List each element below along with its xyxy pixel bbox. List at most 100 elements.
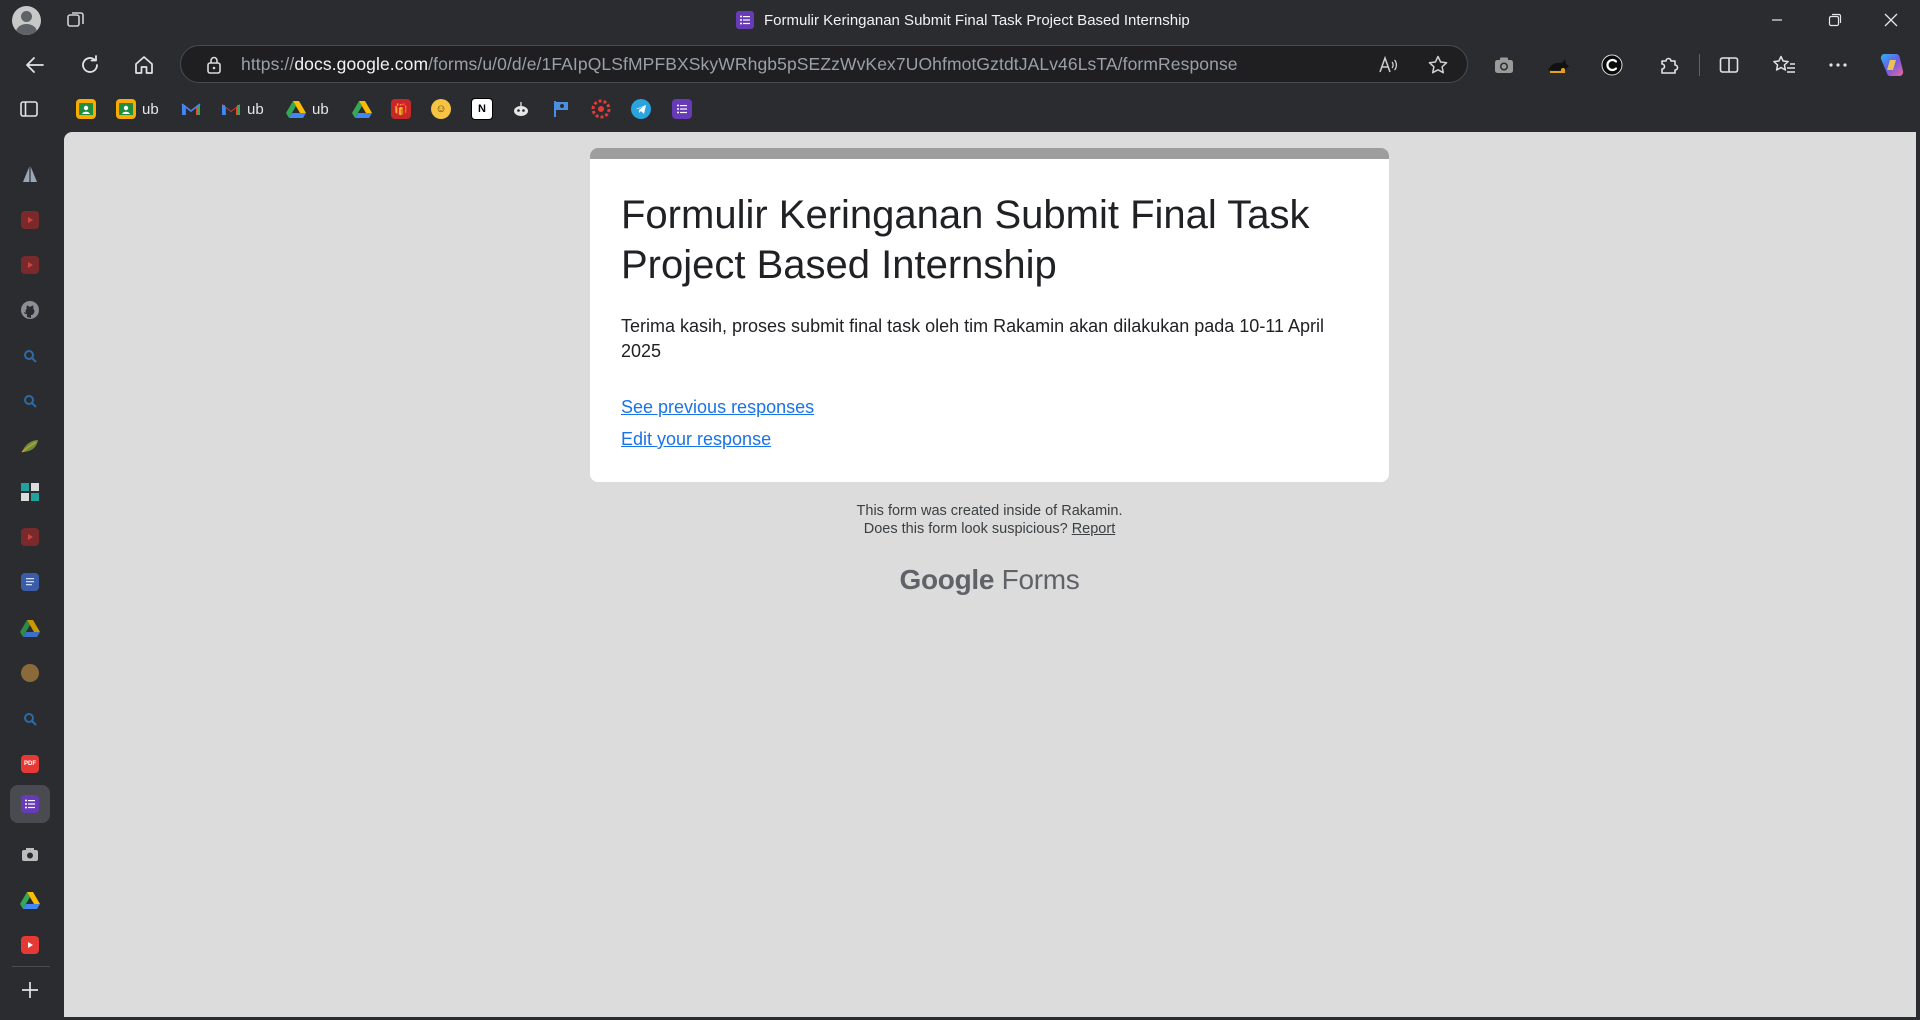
browser-toolbar: https://docs.google.com/forms/u/0/d/e/1F… [0, 40, 1920, 88]
bookmark-classroom[interactable] [76, 98, 96, 120]
settings-more-button[interactable] [1820, 47, 1856, 83]
minimize-button[interactable] [1748, 0, 1806, 40]
sidebar-tab-youtube-1[interactable] [16, 206, 44, 234]
lock-icon[interactable] [205, 55, 223, 80]
puzzle-icon [1661, 57, 1679, 74]
created-by-text: This form was created inside of Rakamin. [856, 503, 1123, 519]
tab-list-icon [20, 101, 38, 117]
home-button[interactable] [126, 47, 162, 83]
tiles-icon [21, 483, 39, 501]
back-arrow-icon [26, 57, 44, 73]
sidebar-tab-prism[interactable] [16, 160, 44, 188]
sidebar-tab-forms-active[interactable] [10, 785, 50, 823]
classroom-icon [76, 99, 96, 119]
bookmark-gmail[interactable] [181, 98, 201, 120]
bookmark-notion[interactable]: N [471, 98, 493, 120]
reload-button[interactable] [72, 47, 108, 83]
sidebar-tab-drive-1[interactable] [16, 614, 44, 642]
vertical-tabs-sidebar: PDF [0, 132, 64, 1020]
extension-dark-button[interactable] [1540, 47, 1576, 83]
bookmark-telegram[interactable] [631, 98, 651, 120]
screenshot-extension-button[interactable] [1486, 47, 1522, 83]
circle-c-icon [1601, 54, 1623, 76]
extensions-button[interactable] [1651, 47, 1687, 83]
docs-icon [21, 573, 39, 591]
sidebar-tab-docs[interactable] [16, 568, 44, 596]
sidebar-tab-pdf[interactable]: PDF [16, 750, 44, 778]
gmail-icon [181, 99, 201, 119]
new-tab-button[interactable] [16, 976, 44, 1004]
plus-icon [22, 982, 38, 998]
drive-icon [286, 99, 306, 119]
url-path: /forms/u/0/d/e/1FAIpQLSfMPFBXSkyWRhgb5pS… [428, 54, 1238, 74]
sidebar-tab-youtube-4[interactable] [16, 931, 44, 959]
url-host: docs.google.com [294, 54, 429, 74]
camera-icon [1495, 57, 1513, 73]
url-text[interactable]: https://docs.google.com/forms/u/0/d/e/1F… [241, 46, 1238, 82]
sidebar-tab-github[interactable] [16, 296, 44, 324]
bookmark-emoji[interactable]: ☺ [431, 98, 451, 120]
sidebar-tab-tiles[interactable] [16, 478, 44, 506]
copilot-icon [1880, 54, 1904, 76]
restore-button[interactable] [1806, 0, 1864, 40]
see-previous-responses-link[interactable]: See previous responses [621, 397, 814, 418]
report-link[interactable]: Report [1072, 521, 1116, 537]
sidebar-tab-avatar[interactable] [16, 659, 44, 687]
drive-icon [20, 892, 40, 909]
read-aloud-icon[interactable] [1375, 52, 1401, 78]
card-header-strip [590, 148, 1389, 159]
close-window-button[interactable] [1862, 0, 1920, 40]
bookmark-label: ub [247, 100, 264, 118]
sidebar-tab-search-1[interactable] [16, 342, 44, 370]
sidebar-divider [12, 966, 50, 967]
back-button[interactable] [17, 47, 53, 83]
profile-photo-icon [21, 664, 39, 682]
bookmark-gift[interactable]: 🎁 [391, 98, 411, 120]
suspicious-line: Does this form look suspicious? Report [590, 520, 1389, 538]
bookmark-label: ub [312, 100, 329, 118]
gmail-icon [221, 99, 241, 119]
bookmark-gmail-ub[interactable]: ub [221, 98, 264, 120]
forms-wordmark: Forms [1001, 564, 1080, 595]
window-title-text: Formulir Keringanan Submit Final Task Pr… [764, 11, 1190, 29]
copilot-button[interactable] [1874, 47, 1910, 83]
search-icon [24, 350, 37, 363]
form-confirmation-card: Formulir Keringanan Submit Final Task Pr… [590, 148, 1389, 482]
profile-avatar[interactable] [12, 6, 41, 35]
shadow-extension-icon [1548, 59, 1569, 73]
form-title: Formulir Keringanan Submit Final Task Pr… [621, 193, 1310, 287]
sidebar-tab-leaf[interactable] [16, 432, 44, 460]
edit-response-link[interactable]: Edit your response [621, 429, 771, 450]
favorites-button[interactable] [1766, 47, 1802, 83]
bookmark-classroom-ub[interactable]: ub [116, 98, 159, 120]
flag-icon [551, 99, 571, 119]
telegram-icon [631, 99, 651, 119]
camera-icon [22, 848, 38, 861]
sidebar-tab-youtube-2[interactable] [16, 251, 44, 279]
drive-icon [352, 99, 372, 119]
bookmark-drive[interactable] [352, 98, 372, 120]
sidebar-tab-youtube-3[interactable] [16, 523, 44, 551]
google-forms-logo[interactable]: Google Forms [590, 564, 1389, 596]
favorite-star-icon[interactable] [1425, 52, 1451, 78]
youtube-icon [21, 211, 39, 229]
grammarly-extension-button[interactable] [1594, 47, 1630, 83]
sidebar-tab-search-3[interactable] [16, 705, 44, 733]
split-screen-icon [1719, 57, 1739, 73]
bookmark-bot[interactable] [511, 98, 531, 120]
tab-actions-icon[interactable] [66, 10, 86, 30]
bookmark-flag[interactable] [551, 98, 571, 120]
sidebar-tab-camera[interactable] [16, 840, 44, 868]
split-screen-button[interactable] [1711, 47, 1747, 83]
sidebar-tab-drive-2[interactable] [16, 886, 44, 914]
bookmark-gear-red[interactable] [591, 98, 611, 120]
drive-icon [20, 620, 40, 637]
address-bar[interactable]: https://docs.google.com/forms/u/0/d/e/1F… [180, 45, 1468, 83]
sidebar-toggle-button[interactable] [18, 98, 40, 120]
bookmark-forms[interactable] [672, 98, 692, 120]
search-icon [24, 395, 37, 408]
sidebar-tab-search-2[interactable] [16, 387, 44, 415]
bookmark-drive-ub[interactable]: ub [286, 98, 329, 120]
leaf-icon [21, 440, 38, 453]
search-icon [24, 713, 37, 726]
